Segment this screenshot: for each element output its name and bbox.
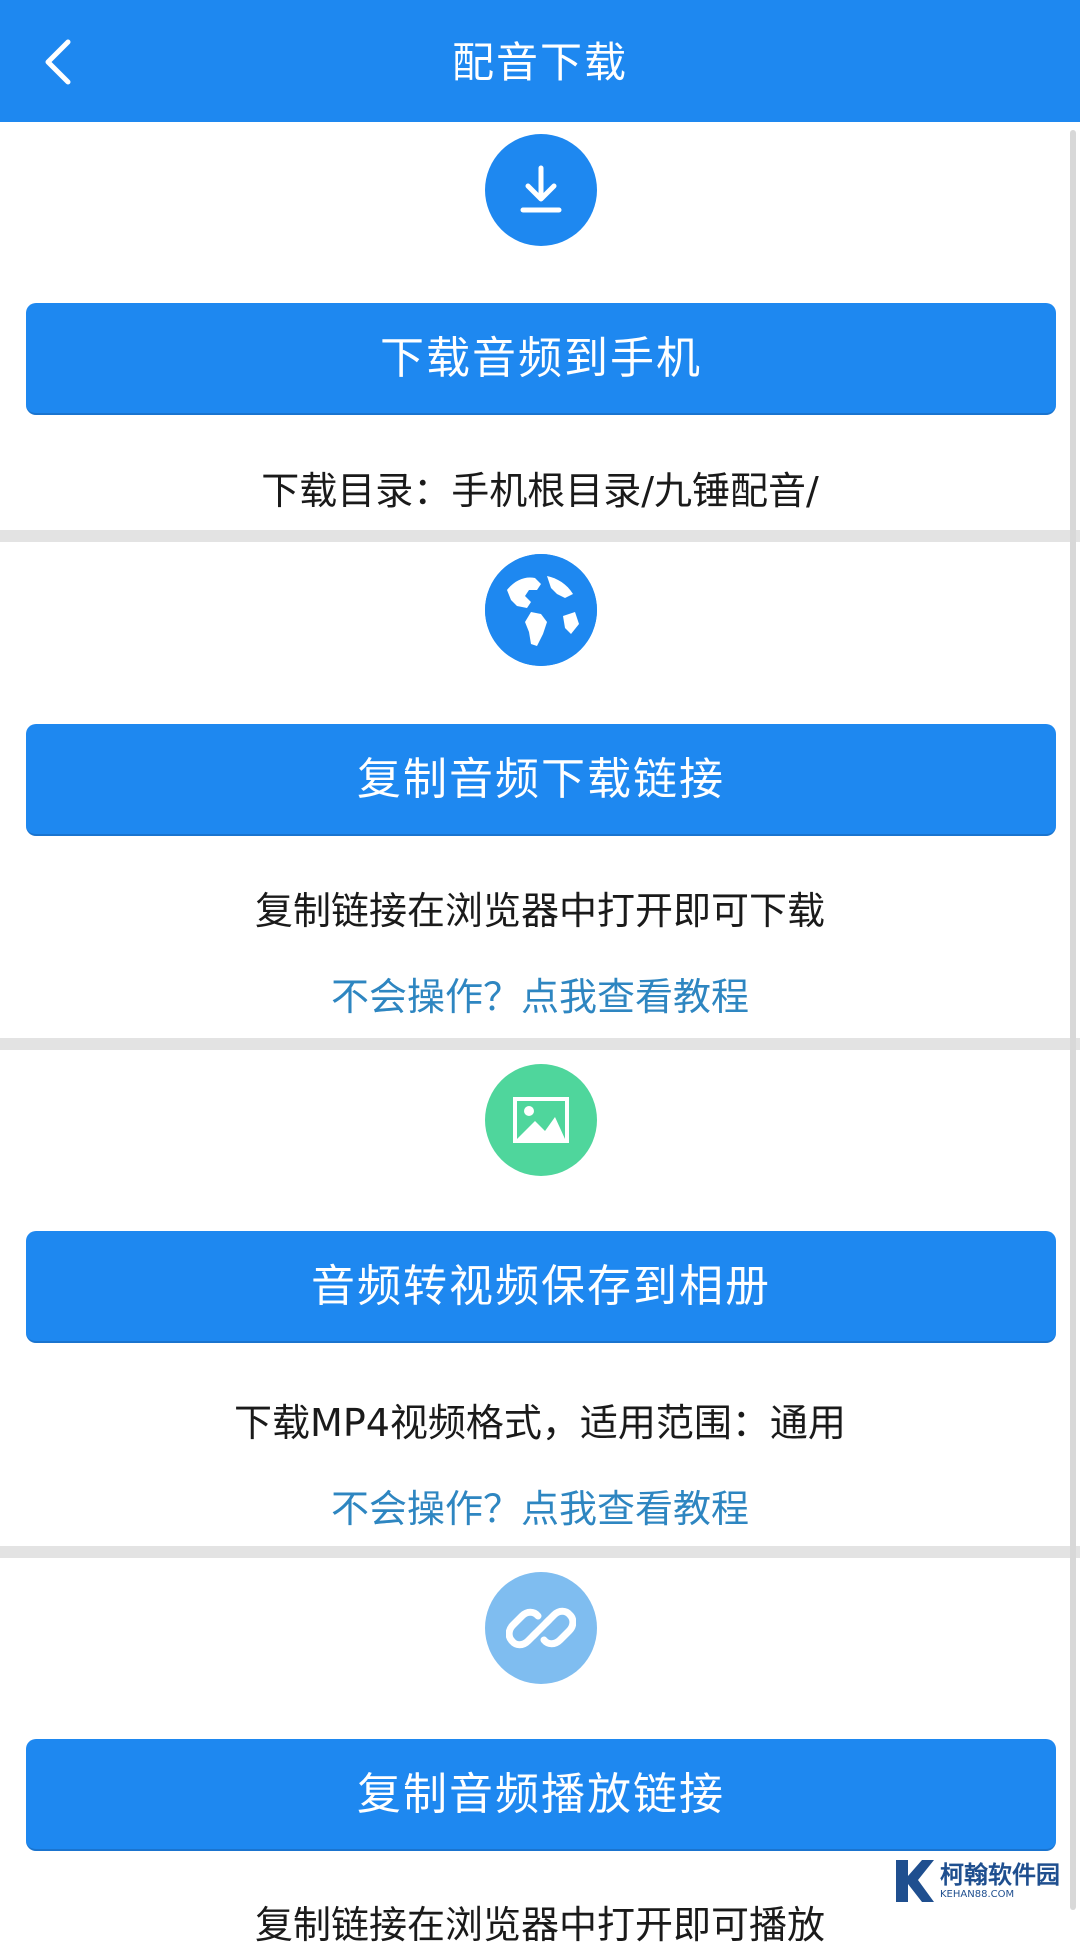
app-header: 配音下载 — [0, 0, 1080, 122]
page-title: 配音下载 — [0, 0, 1080, 122]
tutorial-link[interactable]: 不会操作？点我查看教程 — [0, 966, 1080, 1021]
section-download-phone: 下载音频到手机 下载目录：手机根目录/九锤配音/ — [0, 122, 1080, 530]
watermark-url: KEHAN88.COM — [940, 1889, 1060, 1901]
copy-download-link-button[interactable]: 复制音频下载链接 — [26, 724, 1056, 836]
watermark-logo: 柯翰软件园 KEHAN88.COM — [892, 1850, 1070, 1912]
download-icon — [485, 134, 597, 246]
copy-play-link-button[interactable]: 复制音频播放链接 — [26, 1739, 1056, 1851]
download-directory-text: 下载目录：手机根目录/九锤配音/ — [0, 460, 1080, 515]
copy-download-link-description: 复制链接在浏览器中打开即可下载 — [0, 880, 1080, 935]
scrollbar[interactable] — [1070, 130, 1076, 1910]
link-icon — [485, 1572, 597, 1684]
section-audio-to-video: 音频转视频保存到相册 下载MP4视频格式，适用范围：通用 不会操作？点我查看教程 — [0, 1050, 1080, 1546]
audio-to-video-description: 下载MP4视频格式，适用范围：通用 — [0, 1392, 1080, 1447]
audio-to-video-button[interactable]: 音频转视频保存到相册 — [26, 1231, 1056, 1343]
globe-icon — [485, 554, 597, 666]
download-audio-button[interactable]: 下载音频到手机 — [26, 303, 1056, 415]
section-copy-download-link: 复制音频下载链接 复制链接在浏览器中打开即可下载 不会操作？点我查看教程 — [0, 542, 1080, 1038]
section-divider — [0, 1038, 1080, 1050]
section-divider — [0, 1546, 1080, 1558]
section-divider — [0, 530, 1080, 542]
watermark-name: 柯翰软件园 — [940, 1861, 1060, 1889]
watermark-icon — [892, 1856, 936, 1906]
image-icon — [485, 1064, 597, 1176]
tutorial-link[interactable]: 不会操作？点我查看教程 — [0, 1478, 1080, 1533]
